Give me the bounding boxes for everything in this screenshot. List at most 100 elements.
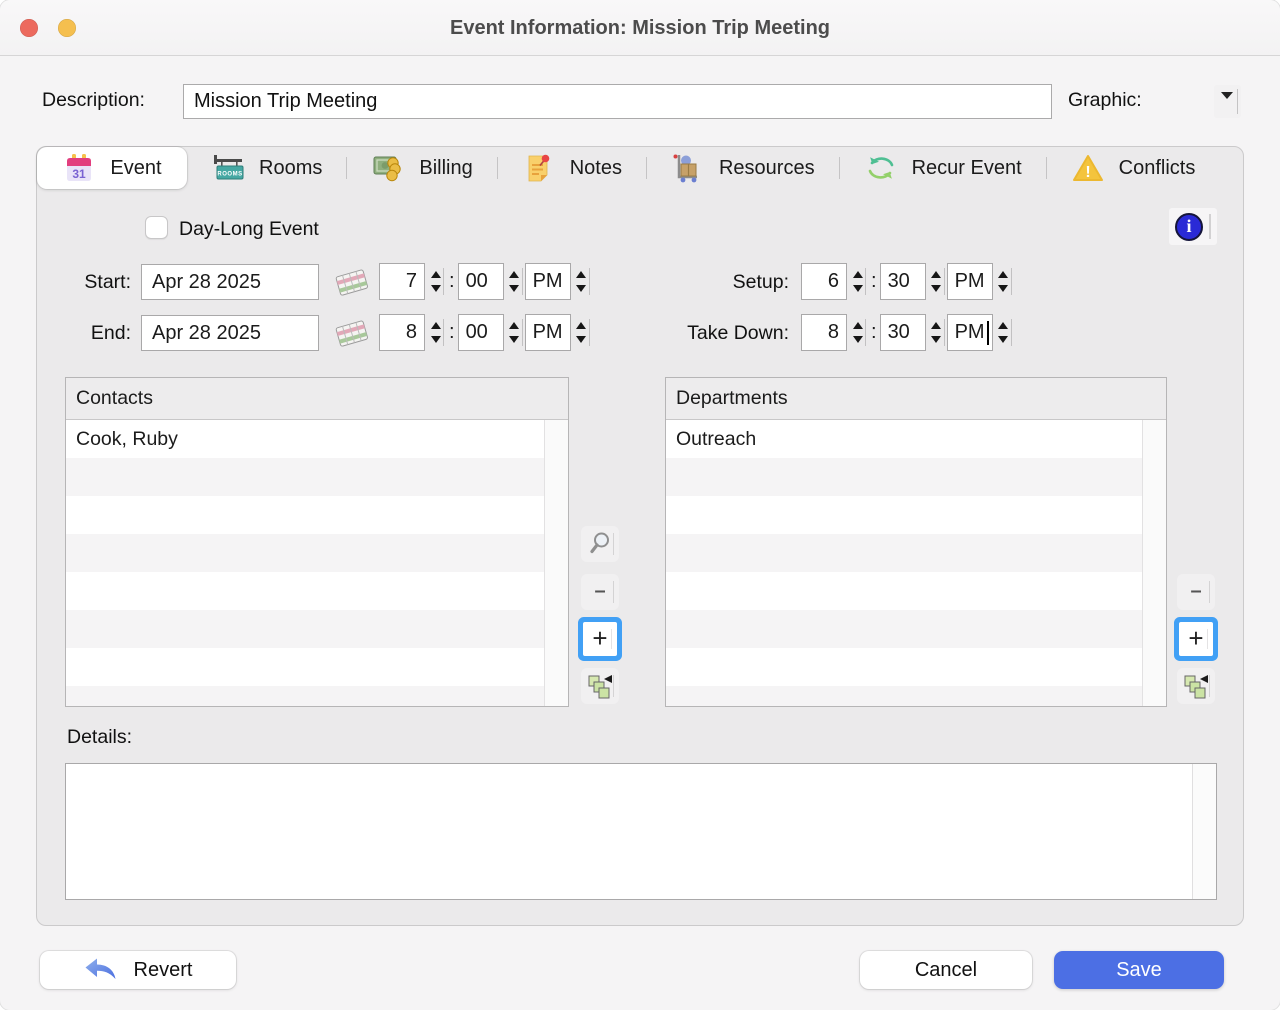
details-label: Details:	[67, 726, 132, 749]
tab-billing[interactable]: Billing	[347, 147, 496, 189]
tab-label: Notes	[570, 157, 622, 180]
empty-row	[666, 458, 1166, 496]
undo-arrow-icon	[84, 957, 118, 983]
contacts-scrollbar[interactable]	[544, 420, 568, 706]
contact-list-item[interactable]: Cook, Ruby	[66, 420, 568, 458]
save-button-label: Save	[1116, 959, 1162, 982]
stacked-squares-icon	[1183, 673, 1210, 700]
start-hour-field[interactable]: 7	[379, 263, 425, 300]
search-contacts-button[interactable]	[581, 526, 619, 562]
department-list-item[interactable]: Outreach	[666, 420, 1166, 458]
end-ampm-stepper[interactable]	[571, 314, 592, 351]
handtruck-icon	[671, 153, 705, 183]
empty-row	[666, 496, 1166, 534]
start-minute-stepper[interactable]	[504, 263, 525, 300]
event-information-window: Event Information: Mission Trip Meeting …	[0, 0, 1280, 1010]
text-cursor	[987, 321, 989, 345]
recur-arrows-icon	[864, 153, 898, 183]
setup-ampm-field[interactable]: PM	[947, 263, 993, 300]
empty-row	[666, 534, 1166, 572]
plus-icon: +	[592, 625, 607, 651]
add-department-button[interactable]: +	[1179, 622, 1213, 656]
end-label: End:	[47, 322, 131, 345]
info-icon: i	[1175, 213, 1203, 241]
tab-conflicts[interactable]: ! Conflicts	[1047, 147, 1220, 189]
end-date-input[interactable]: Apr 28 2025	[141, 315, 319, 351]
tab-label: Event	[110, 157, 161, 180]
assign-multiple-departments-button[interactable]	[1177, 668, 1215, 704]
money-icon	[371, 153, 405, 183]
day-long-event-label: Day-Long Event	[179, 218, 319, 241]
setup-hour-stepper[interactable]	[847, 263, 868, 300]
start-calendar-picker-button[interactable]	[331, 266, 373, 300]
setup-label: Setup:	[637, 271, 789, 294]
graphic-label: Graphic:	[1068, 89, 1142, 112]
description-label: Description:	[42, 89, 145, 112]
cancel-button[interactable]: Cancel	[860, 951, 1032, 989]
end-hour-stepper[interactable]	[425, 314, 446, 351]
remove-department-button[interactable]: –	[1177, 574, 1215, 610]
contacts-panel: Contacts Cook, Ruby	[65, 377, 569, 707]
take-down-hour-stepper[interactable]	[847, 314, 868, 351]
details-textarea[interactable]	[66, 764, 1191, 899]
setup-ampm-stepper[interactable]	[993, 263, 1014, 300]
tab-label: Billing	[419, 157, 472, 180]
take-down-minute-field[interactable]: 30	[880, 314, 926, 351]
revert-button-label: Revert	[134, 959, 193, 982]
revert-button[interactable]: Revert	[40, 951, 236, 989]
tab-rooms[interactable]: ROOMS Rooms	[187, 147, 346, 189]
take-down-label: Take Down:	[637, 322, 789, 345]
description-input[interactable]	[183, 84, 1052, 119]
empty-row	[666, 572, 1166, 610]
tab-notes[interactable]: Notes	[498, 147, 646, 189]
end-calendar-picker-button[interactable]	[331, 317, 373, 351]
departments-header: Departments	[666, 378, 1166, 420]
setup-hour-field[interactable]: 6	[801, 263, 847, 300]
event-tab-panel: 31 Event ROOMS Rooms	[36, 146, 1244, 926]
tab-event[interactable]: 31 Event	[37, 147, 187, 189]
warning-icon: !	[1071, 153, 1105, 183]
tab-resources[interactable]: Resources	[647, 147, 839, 189]
assign-multiple-contacts-button[interactable]	[581, 668, 619, 704]
setup-minute-stepper[interactable]	[926, 263, 947, 300]
minus-icon: –	[594, 581, 605, 601]
end-ampm-field[interactable]: PM	[525, 314, 571, 351]
add-contact-button[interactable]: +	[583, 622, 617, 656]
plus-icon: +	[1188, 625, 1203, 651]
tab-recur-event[interactable]: Recur Event	[840, 147, 1046, 189]
start-date-input[interactable]: Apr 28 2025	[141, 264, 319, 300]
tab-label: Conflicts	[1119, 157, 1196, 180]
take-down-ampm-field[interactable]: PM	[947, 314, 993, 351]
details-scrollbar[interactable]	[1192, 764, 1216, 899]
end-minute-stepper[interactable]	[504, 314, 525, 351]
chevron-down-icon	[1221, 92, 1233, 99]
graphic-dropdown-button[interactable]	[1214, 85, 1241, 118]
setup-minute-field[interactable]: 30	[880, 263, 926, 300]
take-down-hour-field[interactable]: 8	[801, 314, 847, 351]
remove-contact-button[interactable]: –	[581, 574, 619, 610]
empty-row	[66, 648, 568, 686]
empty-row	[666, 610, 1166, 648]
tab-label: Recur Event	[912, 157, 1022, 180]
start-minute-field[interactable]: 00	[458, 263, 504, 300]
window-title: Event Information: Mission Trip Meeting	[0, 0, 1280, 56]
info-button[interactable]: i	[1169, 208, 1217, 245]
calendar-icon: 31	[62, 153, 96, 183]
end-hour-field[interactable]: 8	[379, 314, 425, 351]
start-ampm-stepper[interactable]	[571, 263, 592, 300]
take-down-minute-stepper[interactable]	[926, 314, 947, 351]
empty-row	[66, 534, 568, 572]
magnifier-icon	[588, 531, 612, 557]
start-hour-stepper[interactable]	[425, 263, 446, 300]
end-minute-field[interactable]: 00	[458, 314, 504, 351]
svg-text:!: !	[1085, 164, 1090, 181]
day-long-event-checkbox[interactable]	[145, 216, 168, 239]
start-label: Start:	[47, 271, 131, 294]
save-button[interactable]: Save	[1054, 951, 1224, 989]
departments-scrollbar[interactable]	[1142, 420, 1166, 706]
empty-row	[66, 572, 568, 610]
mini-calendar-icon	[331, 317, 373, 351]
start-ampm-field[interactable]: PM	[525, 263, 571, 300]
take-down-ampm-stepper[interactable]	[993, 314, 1014, 351]
tab-label: Rooms	[259, 157, 322, 180]
